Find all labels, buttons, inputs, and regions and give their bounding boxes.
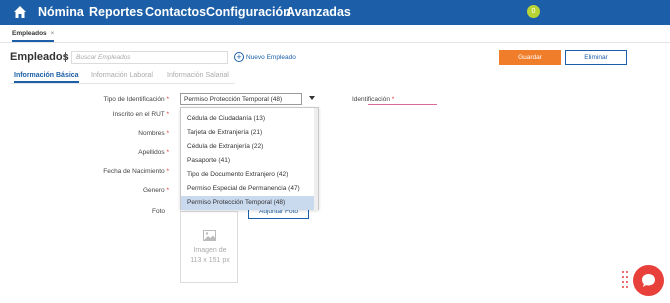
subtab-divider: [10, 83, 235, 84]
tab-informacion-basica[interactable]: Información Básica: [14, 72, 79, 83]
tab-empleados[interactable]: Empleados ×: [12, 30, 55, 42]
apellidos-label: Apellidos *: [138, 149, 169, 156]
close-icon[interactable]: ×: [51, 30, 55, 37]
dropdown-option[interactable]: Cédula de Extranjería (22): [181, 140, 318, 154]
dropdown-scrollbar[interactable]: [314, 108, 318, 211]
rut-label: Inscrito en el RUT *: [112, 111, 169, 118]
dropdown-option[interactable]: Tipo de Documento Extranjero (42): [181, 168, 318, 182]
chat-bubble-icon: [642, 274, 655, 287]
tipo-identificacion-dropdown: Cédula de Ciudadanía (13) Tarjeta de Ext…: [180, 107, 319, 211]
photo-placeholder: Imagen de 113 x 151 px: [180, 211, 238, 283]
chevron-down-icon[interactable]: [309, 96, 315, 100]
dropdown-option-selected[interactable]: Permiso Protección Temporal (48): [181, 196, 318, 210]
drag-handle-icon[interactable]: [622, 271, 628, 293]
tipo-identificacion-select[interactable]: Permiso Protección Temporal (48): [180, 93, 302, 105]
dropdown-option[interactable]: Tarjeta de Extranjería (21): [181, 126, 318, 140]
dropdown-option[interactable]: Pasaporte (41): [181, 154, 318, 168]
title-divider: [65, 52, 66, 62]
save-button[interactable]: Guardar: [499, 50, 561, 65]
chat-button[interactable]: [633, 265, 664, 296]
tab-label: Empleados: [12, 30, 47, 37]
dropdown-option[interactable]: Cédula de Ciudadanía (13): [181, 112, 318, 126]
nav-nomina[interactable]: Nómina: [38, 5, 84, 20]
fecha-nacimiento-label: Fecha de Nacimiento *: [103, 168, 169, 175]
search-input[interactable]: [71, 51, 228, 64]
image-icon: [203, 230, 216, 241]
tab-informacion-laboral[interactable]: Información Laboral: [91, 72, 153, 79]
page-title: Empleados: [10, 51, 69, 63]
dropdown-option[interactable]: Permiso Especial de Permanencia (47): [181, 182, 318, 196]
user-avatar-badge[interactable]: 0: [527, 5, 540, 18]
nav-avanzadas[interactable]: Avanzadas: [286, 5, 351, 20]
add-circle-icon[interactable]: +: [234, 52, 244, 62]
foto-label: Foto: [151, 208, 165, 215]
nav-configuracion[interactable]: Configuración: [206, 5, 291, 20]
document-tab-bar: Empleados ×: [0, 25, 670, 43]
identificacion-input[interactable]: [368, 92, 437, 105]
tab-informacion-salarial[interactable]: Información Salarial: [167, 72, 229, 79]
nombres-label: Nombres *: [138, 130, 169, 137]
home-icon[interactable]: [13, 5, 27, 19]
new-employee-link[interactable]: Nuevo Empleado: [246, 54, 296, 61]
tipo-identificacion-label: Tipo de Identificación *: [103, 96, 169, 103]
nav-reportes[interactable]: Reportes: [89, 5, 143, 20]
genero-label: Genero *: [142, 187, 169, 194]
nav-contactos[interactable]: Contactos: [145, 5, 206, 20]
photo-placeholder-text: Imagen de 113 x 151 px: [190, 247, 230, 264]
delete-button[interactable]: Eliminar: [565, 50, 627, 65]
top-navbar: Nómina Reportes Contactos Configuración …: [0, 0, 670, 25]
